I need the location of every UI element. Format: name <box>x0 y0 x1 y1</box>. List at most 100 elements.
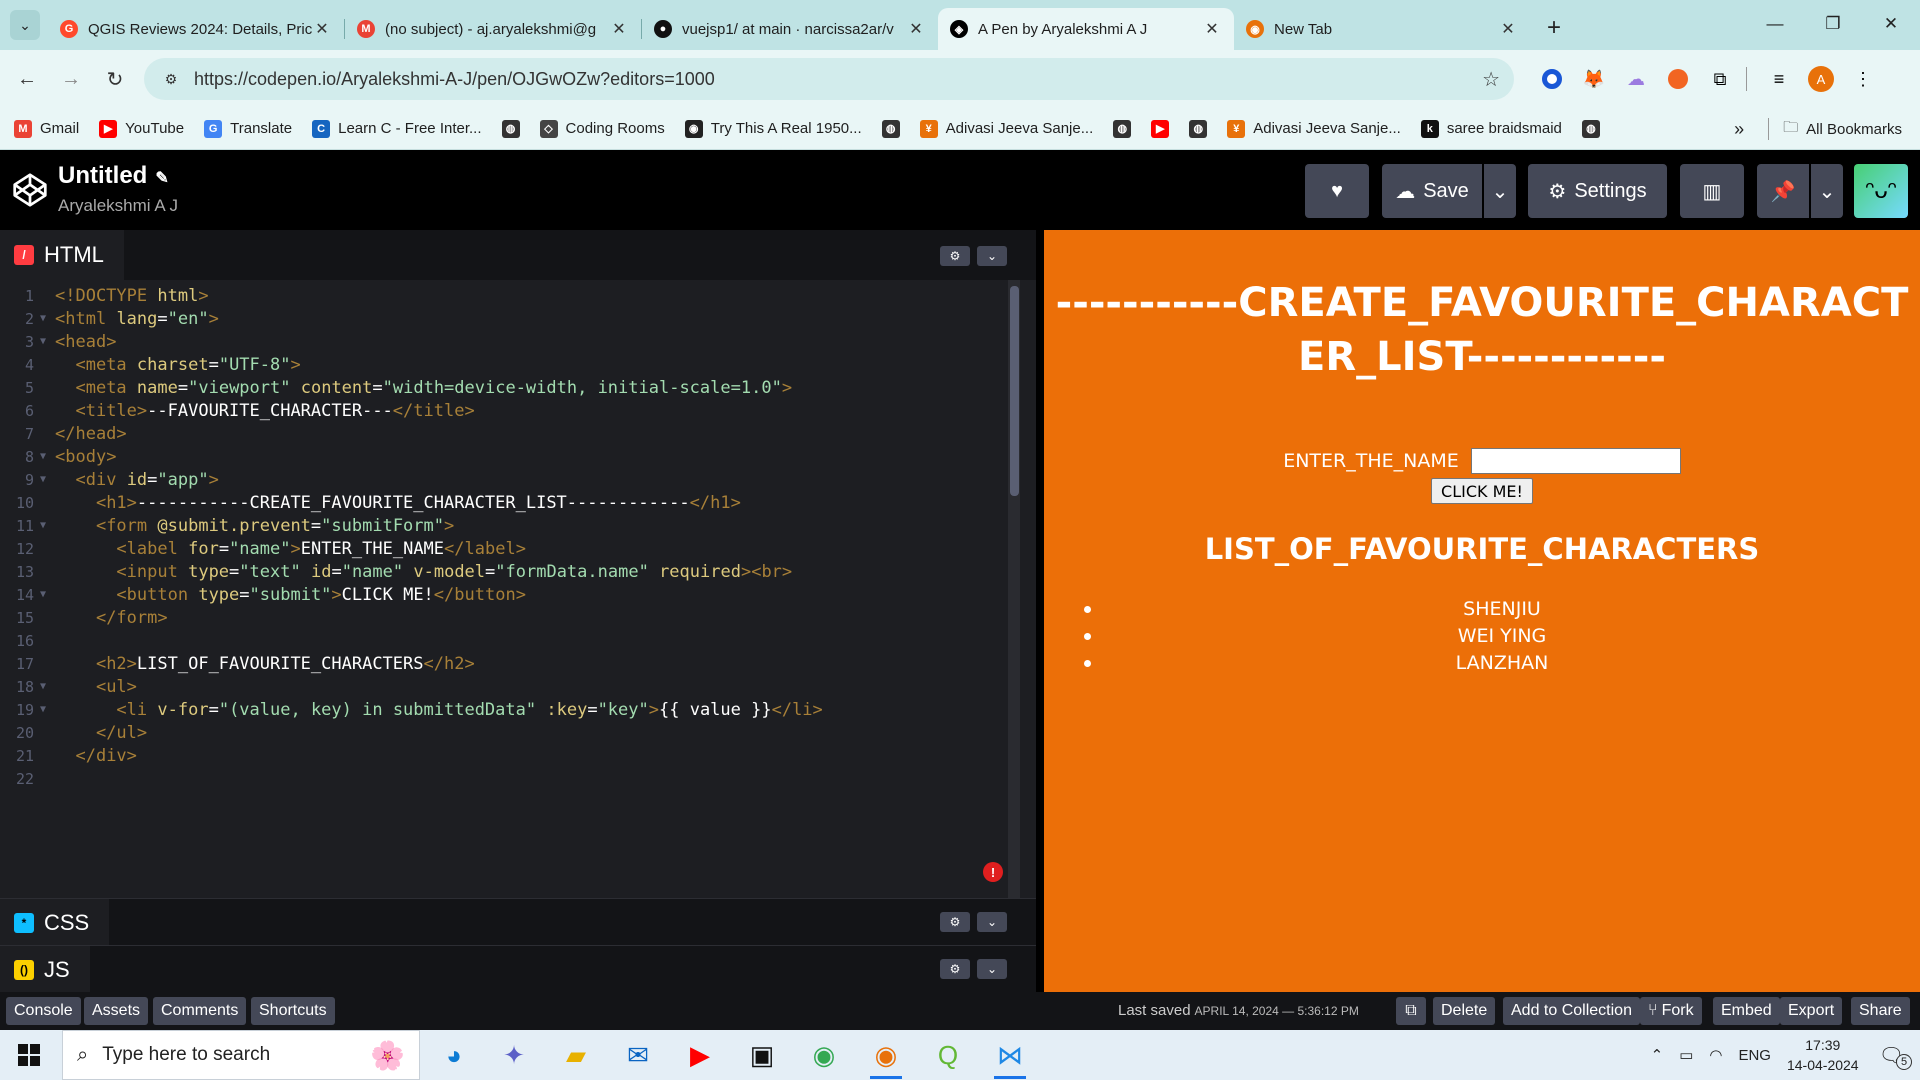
more-bookmarks-icon[interactable]: » <box>1734 119 1744 140</box>
pin-button[interactable]: 📌 <box>1757 164 1809 218</box>
url-text[interactable]: https://codepen.io/Aryalekshmi-A-J/pen/O… <box>194 69 1482 90</box>
shortcuts-button[interactable]: Shortcuts <box>251 997 335 1025</box>
bookmark-star-icon[interactable]: ☆ <box>1482 67 1500 92</box>
metamask-icon[interactable]: 🦊 <box>1576 61 1612 97</box>
bookmark-item[interactable]: ◍ <box>1581 119 1608 138</box>
notifications-button[interactable]: 🗨 5 <box>1879 1043 1912 1070</box>
browser-tab[interactable]: ◈ A Pen by Aryalekshmi A J ✕ <box>938 8 1234 50</box>
fork-button[interactable]: ⑂ Fork <box>1640 997 1702 1025</box>
browser-tab[interactable]: ● vuejsp1/ at main · narcissa2ar/v ✕ <box>642 8 938 50</box>
new-tab-button[interactable]: + <box>1536 10 1572 46</box>
media-control-icon[interactable]: ≡ <box>1761 61 1797 97</box>
browser-tab[interactable]: G QGIS Reviews 2024: Details, Pric ✕ <box>48 8 344 50</box>
js-settings-button[interactable]: ⚙ <box>940 959 970 979</box>
bookmark-item[interactable]: ◍ <box>501 119 528 138</box>
mail-icon[interactable]: ✉ <box>612 1035 664 1075</box>
console-button[interactable]: Console <box>6 997 81 1025</box>
copilot-icon[interactable]: ✦ <box>488 1035 540 1075</box>
bookmark-item[interactable]: G Translate <box>204 119 292 138</box>
embed-button[interactable]: Embed <box>1713 997 1780 1025</box>
more-menu-icon[interactable]: ⋮ <box>1845 61 1881 97</box>
js-collapse-button[interactable]: ⌄ <box>977 959 1007 979</box>
start-button[interactable] <box>0 1030 58 1080</box>
clock[interactable]: 17:39 14-04-2024 <box>1787 1035 1859 1075</box>
export-button[interactable]: Export <box>1780 997 1843 1025</box>
puzzle-icon[interactable]: ⧉ <box>1702 61 1738 97</box>
bookmark-item[interactable]: k saree braidsmaid <box>1420 119 1562 138</box>
close-icon[interactable]: ✕ <box>1498 19 1518 39</box>
bookmark-item[interactable]: ◉ Try This A Real 1950... <box>684 119 862 138</box>
delete-button[interactable]: Delete <box>1433 997 1496 1025</box>
chevron-up-icon[interactable]: ⌃ <box>1651 1046 1664 1064</box>
site-info-icon[interactable]: ⚙ <box>158 66 184 92</box>
bookmark-item[interactable]: ◇ Coding Rooms <box>539 119 665 138</box>
bookmark-item[interactable]: ▶ YouTube <box>99 119 184 138</box>
html-collapse-button[interactable]: ⌄ <box>977 246 1007 266</box>
browser-tab[interactable]: ◉ New Tab ✕ <box>1234 8 1530 50</box>
reload-button[interactable]: ↻ <box>98 62 132 96</box>
codepen-logo-icon[interactable] <box>12 172 48 208</box>
settings-button[interactable]: ⚙ Settings <box>1528 164 1667 218</box>
taskbar-search[interactable]: ⌕ Type here to search 🌸 <box>62 1030 420 1080</box>
pen-title[interactable]: Untitled ✎ <box>58 162 169 190</box>
bookmark-item[interactable]: ¥ Adivasi Jeeva Sanje... <box>1227 119 1401 138</box>
css-collapse-button[interactable]: ⌄ <box>977 912 1007 932</box>
file-explorer-icon[interactable]: ▰ <box>550 1035 602 1075</box>
edge-icon[interactable]: ◕ <box>428 1035 480 1075</box>
wifi-icon[interactable]: ◠ <box>1709 1046 1722 1064</box>
close-icon[interactable]: ✕ <box>1202 19 1222 39</box>
close-icon[interactable]: ✕ <box>609 19 629 39</box>
user-avatar[interactable]: ᵔᴗᵔ <box>1854 164 1908 218</box>
bookmark-item[interactable]: ▶ <box>1151 119 1177 138</box>
js-editor-tab[interactable]: () JS <box>0 946 90 993</box>
click-me-button[interactable]: CLICK ME! <box>1431 478 1533 504</box>
cyberark-icon[interactable]: ▣ <box>736 1035 788 1075</box>
youtube-icon[interactable]: ▶ <box>674 1035 726 1075</box>
bookmark-item[interactable]: ◍ <box>881 119 908 138</box>
restore-button[interactable]: ❐ <box>1804 0 1862 48</box>
all-bookmarks-button[interactable]: All Bookmarks <box>1806 121 1902 138</box>
error-icon[interactable]: ! <box>983 862 1003 882</box>
chrome-profile-icon[interactable]: ◉ <box>860 1035 912 1079</box>
pencil-icon[interactable]: ✎ <box>155 170 168 187</box>
browser-tab[interactable]: M (no subject) - aj.aryalekshmi@g ✕ <box>345 8 641 50</box>
save-button[interactable]: ☁ Save <box>1382 164 1482 218</box>
pen-author[interactable]: Aryalekshmi A J <box>58 196 178 216</box>
omnibox[interactable]: ⚙ https://codepen.io/Aryalekshmi-A-J/pen… <box>144 58 1514 100</box>
code-line[interactable]: 22 <box>0 765 1010 793</box>
close-icon[interactable]: ✕ <box>312 19 332 39</box>
bookmark-item[interactable]: ◍ <box>1189 119 1215 138</box>
vscode-icon[interactable]: ⋈ <box>984 1035 1036 1079</box>
language-indicator[interactable]: ENG <box>1738 1047 1771 1064</box>
bookmark-item[interactable]: M Gmail <box>14 119 79 138</box>
bookmark-item[interactable]: ◍ <box>1113 119 1139 138</box>
css-editor-tab[interactable]: * CSS <box>0 899 110 946</box>
forward-button[interactable]: → <box>54 62 88 96</box>
close-icon[interactable]: ✕ <box>906 19 926 39</box>
save-options-button[interactable]: ⌄ <box>1484 164 1516 218</box>
bookmark-item[interactable]: ¥ Adivasi Jeeva Sanje... <box>919 119 1093 138</box>
open-external-button[interactable]: ⧉ <box>1396 997 1426 1025</box>
extension-cloud-icon[interactable]: ☁ <box>1618 61 1654 97</box>
minimize-button[interactable]: — <box>1746 0 1804 48</box>
extension-shield-icon[interactable] <box>1660 61 1696 97</box>
code-area[interactable]: 1 <!DOCTYPE html> 2 ▼ <html lang="en"> 3 ▼ <hea… <box>0 280 1010 940</box>
heart-button[interactable]: ♥ <box>1305 164 1369 218</box>
extension-ring-icon[interactable] <box>1534 61 1570 97</box>
chrome-icon[interactable]: ◉ <box>798 1035 850 1075</box>
close-window-button[interactable]: ✕ <box>1862 0 1920 48</box>
pin-options-button[interactable]: ⌄ <box>1811 164 1843 218</box>
editor-scrollbar-thumb[interactable] <box>1010 286 1019 496</box>
profile-button[interactable]: A <box>1803 61 1839 97</box>
tab-search-button[interactable]: ⌄ <box>10 10 40 40</box>
comments-button[interactable]: Comments <box>153 997 247 1025</box>
assets-button[interactable]: Assets <box>84 997 149 1025</box>
battery-icon[interactable]: ▭ <box>1679 1046 1693 1064</box>
html-editor-tab[interactable]: / HTML <box>0 230 124 280</box>
back-button[interactable]: ← <box>10 62 44 96</box>
qgis-icon[interactable]: Q <box>922 1035 974 1075</box>
name-input[interactable] <box>1470 448 1681 474</box>
layout-button[interactable]: ▥ <box>1680 164 1744 218</box>
share-button[interactable]: Share <box>1851 997 1910 1025</box>
css-settings-button[interactable]: ⚙ <box>940 912 970 932</box>
